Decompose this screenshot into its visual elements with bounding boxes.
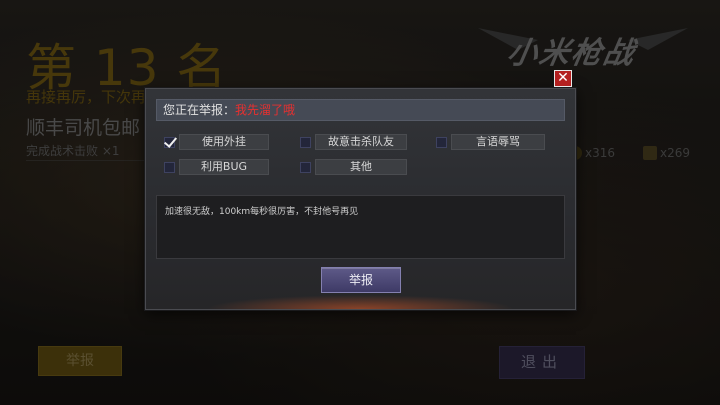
report-description-input[interactable]: 加速很无敌，100km每秒很厉害，不封他号再见	[156, 195, 565, 259]
reported-player-name: 我先溜了哦	[235, 103, 296, 117]
option-label: 使用外挂	[179, 134, 269, 150]
checkbox[interactable]	[300, 161, 311, 173]
option-team-kill[interactable]: 故意击杀队友	[300, 134, 407, 150]
option-label: 故意击杀队友	[315, 134, 407, 150]
option-bug-exploit[interactable]: 利用BUG	[164, 159, 269, 175]
option-cheating[interactable]: 使用外挂	[164, 134, 269, 150]
checkbox[interactable]	[300, 136, 311, 148]
close-icon[interactable]: ✕	[554, 70, 572, 87]
report-dialog: 您正在举报：我先溜了哦 使用外挂 故意击杀队友 言语辱骂 利用BUG 其他 加速…	[145, 88, 576, 310]
option-label: 言语辱骂	[451, 134, 545, 150]
option-verbal-abuse[interactable]: 言语辱骂	[436, 134, 545, 150]
option-label: 其他	[315, 159, 407, 175]
option-other[interactable]: 其他	[300, 159, 407, 175]
report-prefix: 您正在举报：	[163, 103, 236, 117]
dialog-glow	[206, 295, 515, 309]
checkbox[interactable]	[436, 136, 447, 148]
option-label: 利用BUG	[179, 159, 269, 175]
checkbox[interactable]	[164, 161, 175, 173]
submit-report-button[interactable]: 举报	[321, 267, 401, 293]
dialog-title-bar: 您正在举报：我先溜了哦	[156, 99, 565, 121]
checkbox[interactable]	[164, 136, 175, 148]
